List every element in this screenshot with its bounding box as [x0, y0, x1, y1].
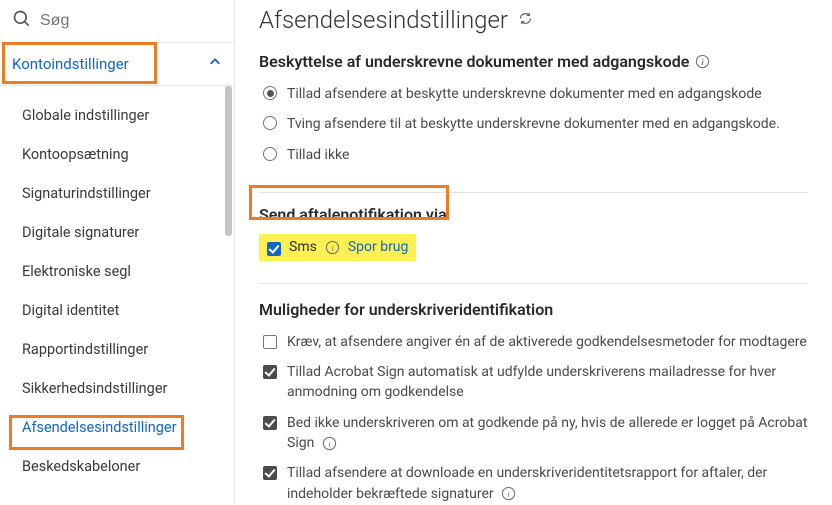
- page-title: Afsendelsesindstillinger: [259, 6, 508, 34]
- check-label: Tillad afsendere at downloade en undersk…: [287, 463, 808, 504]
- info-icon[interactable]: i: [695, 54, 710, 69]
- radio-label: Tillad afsendere at beskytte underskrevn…: [287, 84, 808, 104]
- search-input[interactable]: [40, 12, 222, 30]
- radio-label: Tving afsendere til at beskytte underskr…: [287, 114, 808, 134]
- radio-icon: [263, 116, 277, 130]
- info-icon[interactable]: i: [325, 240, 340, 255]
- sidebar-item-label: Beskedskabeloner: [22, 458, 140, 475]
- checkbox-icon: [263, 466, 277, 480]
- svg-text:i: i: [331, 243, 334, 253]
- sidebar-item-digital-identity[interactable]: Digital identitet: [0, 291, 234, 330]
- radio-force-protect[interactable]: Tving afsendere til at beskytte underskr…: [263, 109, 808, 139]
- sidebar-item-electronic-seals[interactable]: Elektroniske segl: [0, 252, 234, 291]
- checkbox-icon: [263, 416, 277, 430]
- check-download-identity-report[interactable]: Tillad afsendere at downloade en undersk…: [263, 458, 808, 505]
- sidebar-item-security-settings[interactable]: Sikkerhedsindstillinger: [0, 369, 234, 408]
- section-send-via: Send aftalenotifikation via Sms i Spor b…: [259, 201, 808, 275]
- refresh-icon[interactable]: [518, 11, 533, 30]
- sidebar-section-header[interactable]: Kontoindstillinger: [0, 42, 234, 86]
- checkbox-icon: [263, 365, 277, 379]
- check-require-auth[interactable]: Kræv, at afsendere angiver én af de akti…: [263, 327, 808, 357]
- check-label: Tillad Acrobat Sign automatisk at udfyld…: [287, 362, 808, 403]
- check-skip-reauth[interactable]: Bed ikke underskriveren om at godkende p…: [263, 408, 808, 459]
- sidebar-item-send-settings[interactable]: Afsendelsesindstillinger: [0, 408, 234, 447]
- sidebar-item-signature-settings[interactable]: Signaturindstillinger: [0, 174, 234, 213]
- radio-allow-protect[interactable]: Tillad afsendere at beskytte underskrevn…: [263, 79, 808, 109]
- sidebar-item-label: Digital identitet: [22, 302, 119, 319]
- sidebar-item-digital-signatures[interactable]: Digitale signaturer: [0, 213, 234, 252]
- chevron-up-icon: [208, 55, 222, 73]
- info-icon[interactable]: i: [322, 436, 337, 451]
- svg-text:i: i: [328, 439, 331, 449]
- radio-disallow-protect[interactable]: Tillad ikke: [263, 140, 808, 170]
- sms-label: Sms: [289, 239, 317, 255]
- sidebar-item-report-settings[interactable]: Rapportindstillinger: [0, 330, 234, 369]
- sidebar-item-label: Signaturindstillinger: [22, 185, 151, 202]
- section-identification: Muligheder for underskriveridentifikatio…: [259, 292, 808, 505]
- sidebar-item-label: Afsendelsesindstillinger: [22, 419, 177, 436]
- main-content: Afsendelsesindstillinger Beskyttelse af …: [235, 0, 832, 505]
- sidebar-item-label: Rapportindstillinger: [22, 341, 148, 358]
- radio-icon: [263, 86, 277, 100]
- section-protection-heading: Beskyttelse af underskrevne dokumenter m…: [259, 52, 689, 71]
- sidebar-item-label: Elektroniske segl: [22, 263, 131, 280]
- checkbox-icon: [263, 335, 277, 349]
- section-protection: Beskyttelse af underskrevne dokumenter m…: [259, 44, 808, 184]
- sidebar-item-global[interactable]: Globale indstillinger: [0, 96, 234, 135]
- info-icon[interactable]: i: [501, 486, 516, 501]
- checkbox-sms[interactable]: [267, 242, 281, 256]
- search-icon: [12, 9, 32, 33]
- sidebar-section-title: Kontoindstillinger: [12, 55, 129, 73]
- section-identification-heading: Muligheder for underskriveridentifikatio…: [259, 300, 553, 319]
- sidebar-item-label: Globale indstillinger: [22, 107, 149, 124]
- track-usage-link[interactable]: Spor brug: [348, 239, 409, 255]
- sidebar-item-label: Sikkerhedsindstillinger: [22, 380, 167, 397]
- svg-text:i: i: [507, 489, 510, 499]
- divider: [259, 283, 808, 284]
- svg-text:i: i: [702, 57, 705, 67]
- check-label: Kræv, at afsendere angiver én af de akti…: [287, 332, 808, 352]
- sidebar-nav: Globale indstillinger Kontoopsætning Sig…: [0, 86, 234, 505]
- check-label: Bed ikke underskriveren om at godkende p…: [287, 413, 808, 454]
- sms-row: Sms i Spor brug: [259, 234, 416, 261]
- sidebar: Kontoindstillinger Globale indstillinger…: [0, 0, 235, 505]
- sidebar-item-message-templates[interactable]: Beskedskabeloner: [0, 447, 234, 486]
- sidebar-scrollbar[interactable]: [225, 86, 232, 236]
- sidebar-item-label: Kontoopsætning: [22, 146, 129, 163]
- sidebar-item-account-setup[interactable]: Kontoopsætning: [0, 135, 234, 174]
- divider: [259, 192, 808, 193]
- search-row: [0, 0, 234, 42]
- sidebar-item-label: Digitale signaturer: [22, 224, 139, 241]
- section-send-via-heading: Send aftalenotifikation via: [259, 205, 447, 224]
- radio-icon: [263, 147, 277, 161]
- radio-label: Tillad ikke: [287, 145, 808, 165]
- check-auto-fill-email[interactable]: Tillad Acrobat Sign automatisk at udfyld…: [263, 357, 808, 408]
